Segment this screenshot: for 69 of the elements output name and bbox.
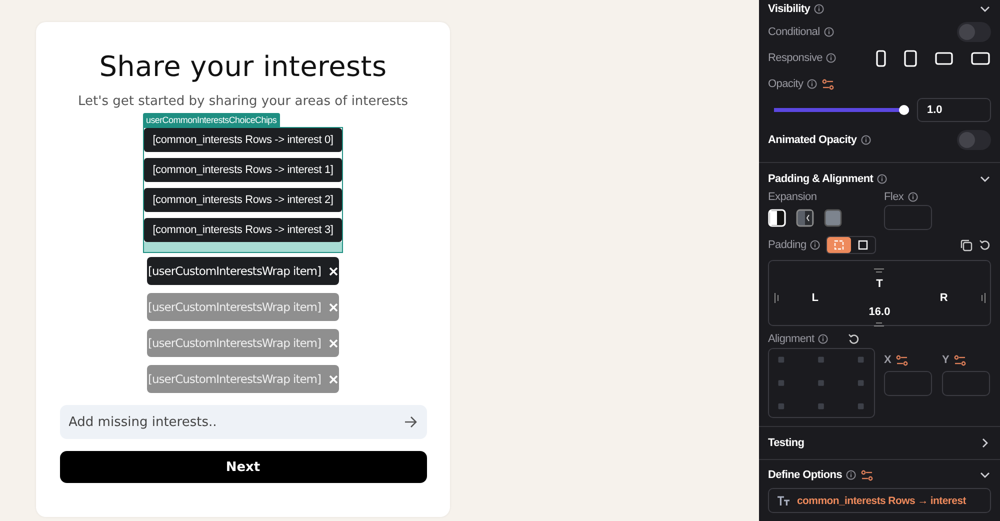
info-icon xyxy=(860,135,871,145)
page-subtitle: Let's get started by sharing your areas of interests xyxy=(78,94,408,109)
top-handle-icon[interactable] xyxy=(874,268,884,272)
padding-side-label: L xyxy=(812,292,819,304)
field-label: Animated Opacity xyxy=(768,134,857,146)
tablet-icon[interactable] xyxy=(903,48,918,68)
opacity-slider-track[interactable] xyxy=(774,108,909,112)
left-handle-icon[interactable] xyxy=(774,293,778,303)
copy-icon[interactable] xyxy=(960,238,973,252)
padding-side-label: T xyxy=(876,278,883,290)
choice-chip[interactable]: [common_interests Rows -> interest 1] xyxy=(144,158,342,182)
page-title: Share your interests xyxy=(99,50,387,83)
padding-value[interactable]: 16.0 xyxy=(868,306,890,318)
field-label: X xyxy=(884,354,892,366)
toggle-switch[interactable] xyxy=(957,22,991,42)
right-handle-icon[interactable] xyxy=(980,293,986,303)
next-button[interactable]: Next xyxy=(60,451,426,483)
field-label: Opacity xyxy=(768,78,804,90)
reset-icon[interactable] xyxy=(979,239,991,251)
choice-chip[interactable]: [common_interests Rows -> interest 0] xyxy=(144,128,342,152)
monitor-icon[interactable] xyxy=(970,50,991,66)
field-label: Y xyxy=(942,354,950,366)
x-input-field[interactable] xyxy=(884,371,932,396)
sliders-icon[interactable] xyxy=(861,470,874,480)
info-icon xyxy=(807,79,818,89)
choice-chip[interactable]: [common_interests Rows -> interest 3] xyxy=(144,218,342,242)
toggle-switch[interactable] xyxy=(957,130,991,150)
text-type-icon xyxy=(777,496,791,506)
section-title: Define Options xyxy=(768,469,842,481)
field-label: Responsive xyxy=(768,52,822,64)
close-icon[interactable] xyxy=(329,266,338,276)
sliders-icon[interactable] xyxy=(954,354,966,366)
option-source-value: common_interests Rows → interest xyxy=(797,494,966,506)
square-icon xyxy=(858,240,868,250)
padding-side-label: R xyxy=(940,292,948,304)
info-icon xyxy=(846,470,856,480)
field-label: Conditional xyxy=(768,26,820,38)
interests-input-field[interactable]: Add missing interests.. xyxy=(60,405,426,439)
widget-label: userCommonInterestsChoiceChips xyxy=(143,113,280,127)
info-icon xyxy=(818,334,828,344)
choice-chip[interactable]: [common_interests Rows -> interest 2] xyxy=(144,188,342,212)
section-title[interactable]: Testing xyxy=(768,437,804,449)
y-input-field[interactable] xyxy=(942,371,990,396)
option-source-field[interactable]: common_interests Rows → interest xyxy=(768,488,991,513)
section-title: Visibility xyxy=(768,2,810,14)
interest-chip[interactable]: [userCustomInterestsWrap item] xyxy=(147,257,339,285)
info-icon xyxy=(814,4,824,14)
info-icon xyxy=(908,192,918,202)
opacity-value-field[interactable]: 1.0 xyxy=(917,98,991,122)
reset-icon[interactable] xyxy=(848,333,860,345)
info-icon xyxy=(826,53,836,63)
tablet-landscape-icon[interactable] xyxy=(934,50,954,66)
field-label: Expansion xyxy=(768,191,818,203)
sliders-icon[interactable] xyxy=(822,78,834,90)
sliders-icon[interactable] xyxy=(896,354,908,366)
field-label: Alignment xyxy=(768,333,814,345)
field-label: Padding xyxy=(768,239,806,251)
info-icon xyxy=(810,240,820,250)
phone-icon[interactable] xyxy=(875,48,887,68)
dashed-square-icon xyxy=(834,240,844,250)
field-label: Flex xyxy=(884,191,904,203)
padding-mode-option[interactable] xyxy=(827,237,852,253)
arrow-right-icon[interactable] xyxy=(404,416,418,428)
info-icon xyxy=(824,27,834,37)
flex-input-field[interactable] xyxy=(884,205,932,230)
info-icon xyxy=(877,174,888,184)
section-title: Padding & Alignment xyxy=(768,172,874,184)
bottom-handle-icon[interactable] xyxy=(874,322,884,326)
opacity-slider-fill[interactable] xyxy=(774,105,909,115)
